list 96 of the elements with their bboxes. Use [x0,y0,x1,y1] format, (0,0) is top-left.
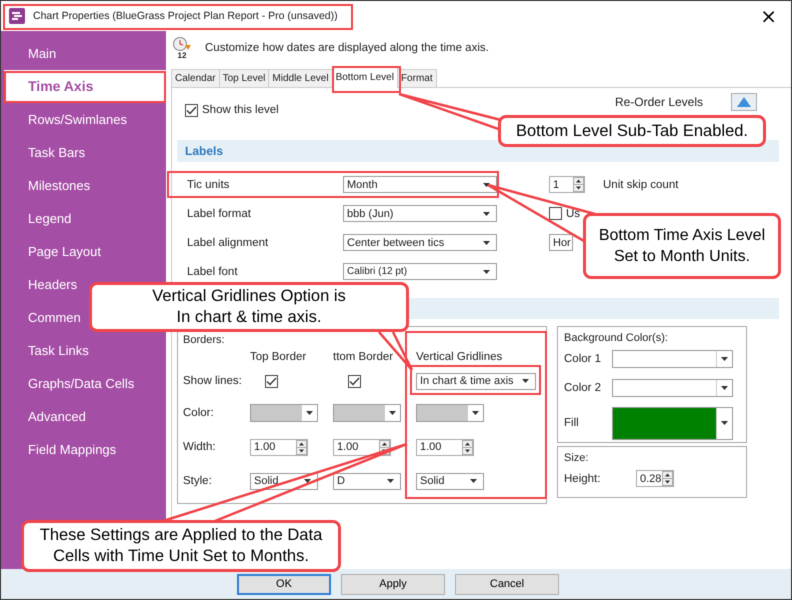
column-heading: Vertical Gridlines [416,351,504,363]
reorder-button[interactable] [731,93,757,111]
stepper-icon [662,471,673,486]
spin-field[interactable]: 1.00 [416,438,474,456]
dialog-button[interactable]: Cancel [455,574,559,594]
field-label: Label font [187,266,239,278]
caret-icon [389,411,396,415]
caret-icon [472,411,479,415]
app-icon [9,8,25,24]
group-title: Borders: [183,334,226,346]
stepper-icon [462,440,473,454]
checkbox[interactable] [348,374,361,388]
sidebar-item[interactable]: Main [4,37,58,70]
field-label: Unit skip count [603,178,678,190]
color-dropdown[interactable] [612,378,733,396]
caret-icon [470,479,477,483]
dropdown[interactable]: Hor [549,234,573,251]
sidebar-item[interactable]: Advanced [4,400,88,433]
dialog-button[interactable]: OK [237,574,331,594]
field-label: Label alignment [187,236,270,248]
group-title: Background Color(s): [564,332,669,344]
caret-icon [721,421,728,425]
sidebar-item[interactable]: Commen [4,301,83,334]
sidebar-item[interactable]: Field Mappings [4,433,118,466]
sidebar-item[interactable]: Headers [4,268,80,301]
dropdown[interactable]: In chart & time axis [416,372,536,390]
field-label: Style: [183,475,213,487]
group-title: Size: [564,452,590,464]
triangle-icon [737,97,751,107]
sidebar-item[interactable]: Legend [4,202,74,235]
caret-icon [522,379,529,383]
sidebar-item[interactable]: Rows/Swimlanes [4,103,129,136]
caret-icon [483,182,490,186]
close-button[interactable]: × [754,4,783,28]
checkbox-label: Us [566,208,580,220]
tab[interactable]: Format [396,69,437,87]
color-dropdown[interactable] [250,404,318,422]
caret-icon [483,212,490,216]
field-label: Tic units [187,178,230,190]
field-label: Label format [187,208,252,220]
dropdown[interactable]: bbb (Jun) [343,205,497,222]
tab[interactable]: Calendar [171,69,220,87]
color-dropdown[interactable] [612,350,733,368]
caret-icon [304,479,311,483]
spin-field[interactable]: 1.00 [250,438,308,456]
spin-field[interactable]: 1 [549,176,585,193]
caret-icon [483,240,490,244]
sidebar-item[interactable]: Milestones [4,169,92,202]
sidebar-item[interactable]: Page Layout [4,235,104,268]
tab[interactable]: Middle Level [268,69,333,87]
dialog-button[interactable]: Apply [341,574,445,594]
sidebar-item[interactable]: Graphs/Data Cells [4,367,136,400]
field-label: Color 1 [564,352,602,364]
window-title: Chart Properties (BlueGrass Project Plan Report - Pro (unsaved)) [33,10,338,22]
dropdown[interactable]: Center between tics [343,234,497,251]
dropdown[interactable]: Calibri (12 pt) [343,263,497,280]
field-label: Show lines: [183,375,243,387]
color-dropdown[interactable] [416,404,484,422]
color-dropdown[interactable] [612,406,733,440]
column-heading: Top Border [250,351,308,363]
checkbox-label: Show this level [202,104,279,116]
field-label: Color 2 [564,382,602,394]
icon-number-label: 12 [178,52,186,60]
spin-field[interactable]: 1.00 [333,438,391,456]
checkbox[interactable] [265,374,278,388]
dropdown[interactable]: Solid [416,472,484,490]
section-title: Labels [185,144,224,158]
callout: Vertical Gridlines Option is In chart & time axis. [89,282,409,332]
checkbox[interactable] [549,207,562,220]
field-label: Width: [183,441,217,453]
sidebar-item[interactable]: Task Bars [4,136,88,169]
field-label: Color: [183,407,215,419]
field-label: Height: [564,472,602,484]
highlight-frame [332,66,401,93]
caret-icon [721,386,728,390]
column-heading: ttom Border [333,351,394,363]
stepper-icon [296,440,307,454]
reorder-label: Re-Order Levels [614,95,703,109]
caret-icon [306,411,313,415]
sidebar-item[interactable]: Task Links [4,334,91,367]
tab[interactable]: Top Level [218,69,270,87]
callout: Bottom Level Sub-Tab Enabled. [498,115,766,147]
dropdown[interactable]: D [333,472,401,490]
spin-field[interactable]: 0.28 [636,470,674,487]
description-text: Customize how dates are displayed along the time axis. [205,42,489,54]
caret-icon [483,270,490,274]
caret-icon [721,356,728,360]
callout: These Settings are Applied to the Data Cells with Time Unit Set to Months. [21,520,341,572]
checkbox[interactable] [185,104,198,116]
field-label: Fill [564,417,580,429]
callout: Bottom Time Axis Level Set to Month Units. [583,213,781,279]
clock-icon [172,36,192,52]
caret-icon [387,479,394,483]
color-dropdown[interactable] [333,404,401,422]
dropdown[interactable]: Month [343,176,497,193]
stepper-icon [573,177,584,192]
